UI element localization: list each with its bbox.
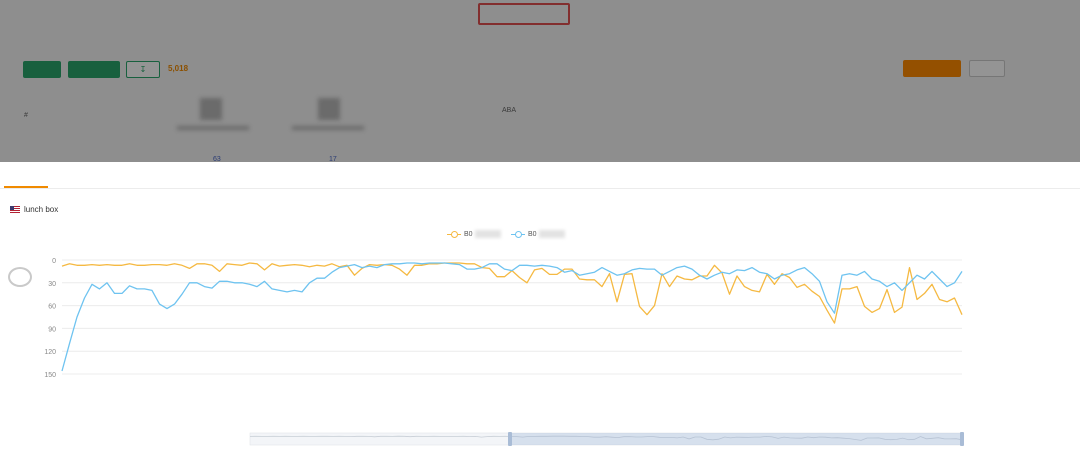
- legend-redacted-1: [474, 230, 501, 238]
- rank-line-chart: 0 30 60 90 120 150: [44, 258, 963, 379]
- y-tick-label: 90: [48, 326, 56, 333]
- keyword-row: lunch box: [4, 205, 58, 214]
- watermark: [8, 266, 38, 288]
- tab-divider: [0, 188, 1080, 189]
- legend-marker-2: [511, 230, 525, 238]
- series-line-2: [61, 262, 963, 372]
- comparison-modal: lunch box B0 B0 0 30 60 90 120 150: [0, 162, 1080, 465]
- us-flag-icon: [10, 206, 20, 214]
- legend-redacted-2: [538, 230, 565, 238]
- y-tick-label: 0: [52, 258, 56, 265]
- data-zoom-slider[interactable]: [0, 430, 1080, 450]
- zoom-handle-right: [960, 432, 964, 446]
- y-tick-label: 60: [48, 304, 56, 311]
- keyword-value: lunch box: [24, 205, 59, 214]
- y-tick-label: 120: [44, 349, 56, 356]
- y-tick-label: 150: [44, 372, 56, 379]
- modal-overlay: [0, 0, 1080, 162]
- series-line-1: [61, 262, 963, 324]
- legend-marker-1: [447, 230, 461, 238]
- y-tick-label: 30: [48, 281, 56, 288]
- zoom-handle-left: [508, 432, 512, 446]
- zoom-selection: [510, 433, 962, 445]
- legend-item-2[interactable]: B0: [511, 230, 565, 240]
- legend-item-1[interactable]: B0: [447, 230, 501, 240]
- watermark-logo-icon: [8, 266, 32, 287]
